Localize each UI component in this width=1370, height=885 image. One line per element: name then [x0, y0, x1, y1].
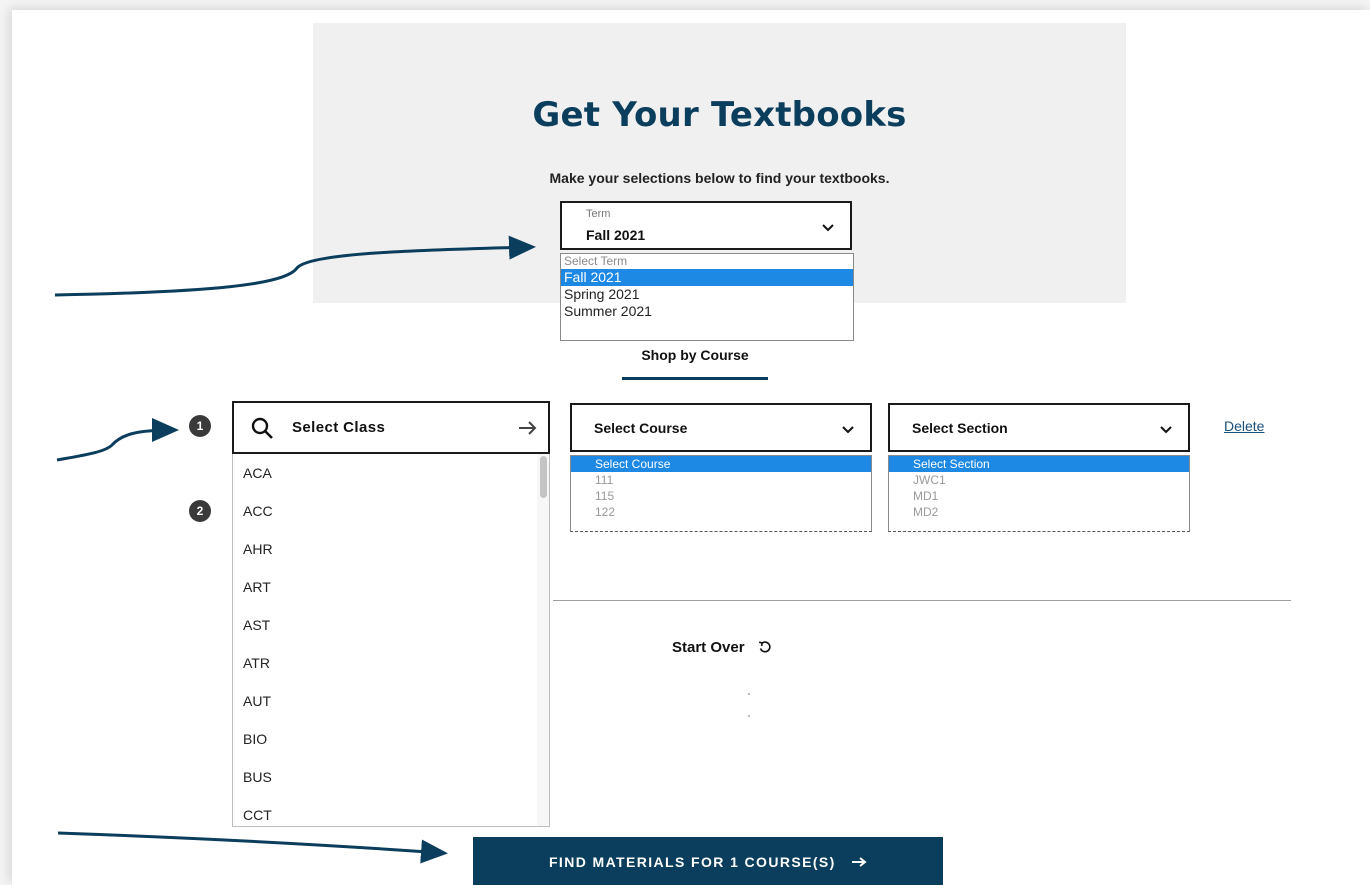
step-badge-2: 2 — [189, 500, 211, 522]
course-option[interactable]: 111 — [571, 472, 871, 488]
class-option[interactable]: ACC — [233, 492, 549, 530]
class-option[interactable]: ATR — [233, 644, 549, 682]
course-option[interactable]: 115 — [571, 488, 871, 504]
delete-link[interactable]: Delete — [1224, 418, 1264, 434]
find-materials-label: FIND MATERIALS FOR 1 COURSE(S) — [548, 853, 836, 870]
class-option[interactable]: ACA — [233, 454, 549, 492]
class-options-list: ACA ACC AHR ART AST ATR AUT BIO BUS CCT — [232, 454, 550, 827]
decorative-dot — [748, 693, 750, 695]
term-option[interactable]: Summer 2021 — [561, 303, 853, 320]
chevron-down-icon — [842, 426, 854, 434]
course-option[interactable]: Select Course — [571, 456, 871, 472]
section-option[interactable]: Select Section — [889, 456, 1189, 472]
class-option[interactable]: ART — [233, 568, 549, 606]
term-select[interactable]: Term Fall 2021 — [560, 201, 852, 250]
arrow-right-icon[interactable] — [518, 420, 538, 436]
section-select[interactable]: Select Section — [888, 403, 1190, 452]
section-select-label: Select Section — [912, 420, 1008, 436]
section-option[interactable]: MD1 — [889, 488, 1189, 504]
find-materials-button[interactable]: FIND MATERIALS FOR 1 COURSE(S) — [473, 837, 943, 885]
term-options-list: Select Term Fall 2021 Spring 2021 Summer 20… — [560, 253, 854, 341]
course-option[interactable]: 122 — [571, 504, 871, 520]
section-option[interactable]: JWC1 — [889, 472, 1189, 488]
page-subtitle: Make your selections below to find your … — [549, 170, 890, 186]
arrow-right-icon — [852, 856, 867, 867]
class-list-scrollbar[interactable] — [537, 454, 549, 826]
class-option[interactable]: AUT — [233, 682, 549, 720]
step-badge-1: 1 — [189, 415, 211, 437]
section-options-list: Select Section JWC1 MD1 MD2 — [888, 455, 1190, 532]
course-select-label: Select Course — [594, 420, 688, 436]
start-over-label: Start Over — [672, 638, 745, 656]
divider — [553, 600, 1291, 601]
term-caption: Term — [586, 208, 611, 220]
scrollbar-thumb[interactable] — [540, 456, 547, 498]
section-option[interactable]: MD2 — [889, 504, 1189, 520]
tab-shop-by-course[interactable]: Shop by Course — [622, 347, 768, 363]
class-search-label: Select Class — [292, 419, 386, 436]
course-select[interactable]: Select Course — [570, 403, 872, 452]
class-search-input[interactable]: Select Class — [232, 401, 550, 454]
term-option[interactable]: Select Term — [561, 254, 853, 269]
class-option[interactable]: BUS — [233, 758, 549, 796]
chevron-down-icon — [1160, 426, 1172, 434]
page-title: Get Your Textbooks — [532, 95, 907, 135]
course-options-list: Select Course 111 115 122 — [570, 455, 872, 532]
class-option[interactable]: AHR — [233, 530, 549, 568]
search-icon — [251, 417, 273, 439]
chevron-down-icon — [822, 224, 834, 232]
decorative-dot — [748, 715, 750, 717]
refresh-icon — [758, 641, 771, 653]
start-over-button[interactable]: Start Over — [672, 638, 773, 656]
class-option[interactable]: BIO — [233, 720, 549, 758]
class-option[interactable]: CCT — [233, 796, 549, 826]
term-selected-value: Fall 2021 — [586, 227, 646, 243]
class-option[interactable]: AST — [233, 606, 549, 644]
tab-active-underline — [622, 377, 768, 380]
term-option[interactable]: Fall 2021 — [561, 269, 853, 286]
term-option[interactable]: Spring 2021 — [561, 286, 853, 303]
